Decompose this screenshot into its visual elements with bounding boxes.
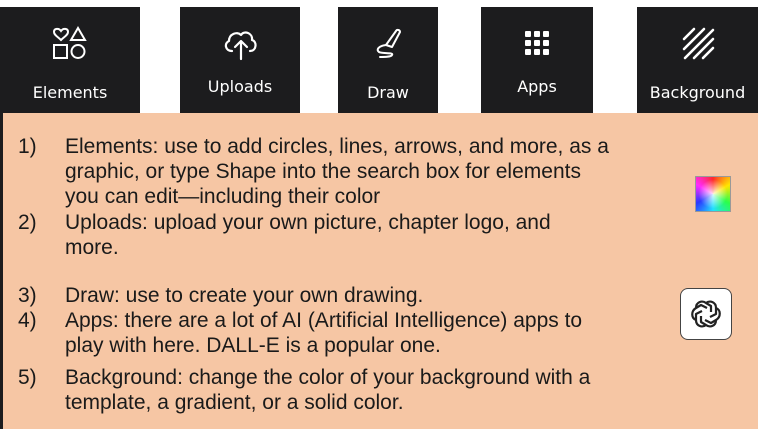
tab-uploads[interactable]: Uploads: [180, 7, 300, 113]
list-number: 5): [18, 366, 37, 389]
list-number: 2): [18, 211, 37, 234]
list-text: Background: change the color of your bac…: [65, 366, 591, 389]
pen-icon: [338, 25, 438, 61]
list-number: 3): [18, 284, 37, 307]
diagonal-lines-icon: [637, 25, 758, 61]
tab-apps[interactable]: Apps: [481, 7, 593, 113]
list-text: Elements: use to add circles, lines, arr…: [65, 135, 609, 158]
tab-draw-label: Draw: [367, 83, 409, 102]
list-text: Uploads: upload your own picture, chapte…: [65, 211, 551, 234]
tab-background[interactable]: Background: [637, 7, 758, 113]
list-text: more.: [65, 236, 119, 259]
color-wheel-icon: [695, 176, 731, 212]
shapes-icon: [0, 25, 140, 61]
tab-elements-label: Elements: [32, 83, 108, 102]
tab-draw[interactable]: Draw: [338, 7, 438, 113]
list-text: Apps: there are a lot of AI (Artificial …: [65, 309, 583, 332]
list-text: graphic, or type Shape into the search b…: [65, 160, 581, 183]
tab-background-label: Background: [649, 83, 746, 102]
list-number: 1): [18, 135, 37, 158]
list-text: play with here. DALL-E is a popular one.: [65, 334, 441, 357]
grid-icon: [481, 25, 593, 61]
list-number: 4): [18, 309, 37, 332]
tab-elements[interactable]: Elements: [0, 7, 140, 113]
cloud-upload-icon: [180, 25, 300, 61]
list-text: you can edit—including their color: [65, 185, 381, 208]
openai-logo-icon: [680, 288, 732, 340]
list-text: Draw: use to create your own drawing.: [65, 284, 424, 307]
tab-uploads-label: Uploads: [207, 77, 273, 96]
tab-apps-label: Apps: [517, 77, 557, 96]
list-text: template, a gradient, or a solid color.: [65, 391, 404, 414]
